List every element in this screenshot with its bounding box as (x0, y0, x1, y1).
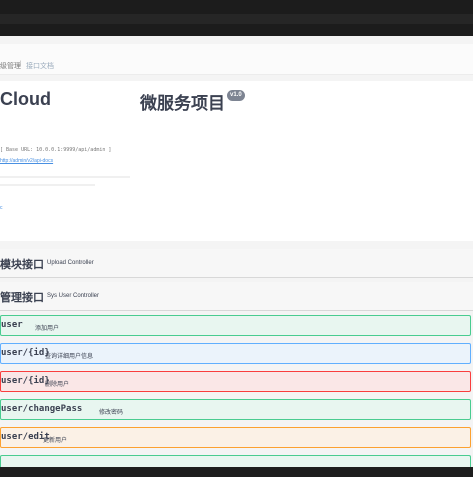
faded-text-line (0, 176, 130, 178)
titlebar-shade (0, 14, 473, 24)
section-description: Sys User Controller (47, 293, 100, 299)
section-title: 管理接口 (0, 292, 44, 304)
operation-delete-user-id[interactable]: user/{id} 删除用户 (0, 371, 471, 392)
operation-summary: 添加用户 (35, 326, 60, 332)
api-docs-link[interactable]: http://admin/v2/api-docs (0, 158, 53, 164)
operation-put-user-edit[interactable]: user/edit 更新用户 (0, 427, 471, 448)
breadcrumb-current: 接口文档 (26, 63, 54, 70)
breadcrumb: 级管理 / 接口文档 (0, 44, 473, 75)
api-title: Cloud (0, 89, 51, 109)
operation-summary: 删除用户 (45, 382, 70, 388)
swagger-page: 级管理 / 接口文档 Cloud 微服务项目 v1.0 [ Base URL: … (0, 36, 473, 467)
operation-partial[interactable] (0, 455, 471, 467)
section-title: 模块接口 (0, 259, 44, 271)
base-url: [ Base URL: 10.0.0.1:9999/api/admin ] (0, 147, 112, 153)
operation-path: user/changePass (1, 404, 83, 414)
operation-summary: 修改密码 (99, 410, 124, 416)
window-bottom-edge (0, 467, 473, 477)
operation-path: user (1, 320, 23, 330)
operation-post-user[interactable]: user 添加用户 (0, 315, 471, 336)
info-link[interactable]: c (0, 205, 3, 211)
version-badge: v1.0 (227, 90, 245, 101)
operation-post-change-pass[interactable]: user/changePass 修改密码 (0, 399, 471, 420)
operation-path: user/{id} (1, 348, 50, 358)
api-info-card: Cloud 微服务项目 v1.0 [ Base URL: 10.0.0.1:99… (0, 81, 473, 241)
breadcrumb-separator: / (19, 61, 21, 68)
section-sys-user-controller[interactable]: 管理接口 Sys User Controller (0, 282, 473, 311)
section-description: Upload Controller (47, 260, 94, 266)
section-upload-controller[interactable]: 模块接口 Upload Controller (0, 249, 473, 278)
faded-text-line (0, 184, 95, 186)
project-title: 微服务项目 (140, 94, 225, 113)
breadcrumb-parent[interactable]: 级管理 (0, 61, 21, 71)
operation-summary: 查询详细用户信息 (45, 354, 94, 360)
operation-summary: 更新用户 (43, 438, 68, 444)
window-titlebar (0, 0, 473, 36)
operation-path: user/{id} (1, 376, 50, 386)
operation-get-user-id[interactable]: user/{id} 查询详细用户信息 (0, 343, 471, 364)
